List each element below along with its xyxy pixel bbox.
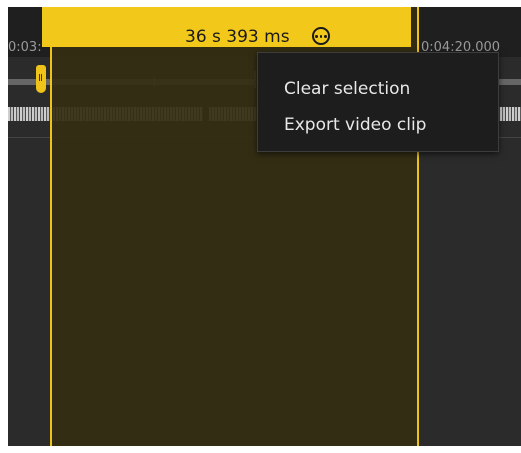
selection-duration: 36 s 393 ms — [185, 27, 290, 47]
more-options-icon[interactable] — [312, 27, 330, 45]
context-menu: Clear selection Export video clip — [257, 52, 499, 152]
selection-header[interactable]: 36 s 393 ms — [42, 7, 411, 47]
menu-item-export-video-clip[interactable]: Export video clip — [284, 115, 426, 135]
selection-start-handle[interactable] — [36, 65, 46, 93]
ruler-start-time: 0:03: — [8, 40, 42, 55]
menu-item-clear-selection[interactable]: Clear selection — [284, 79, 410, 99]
